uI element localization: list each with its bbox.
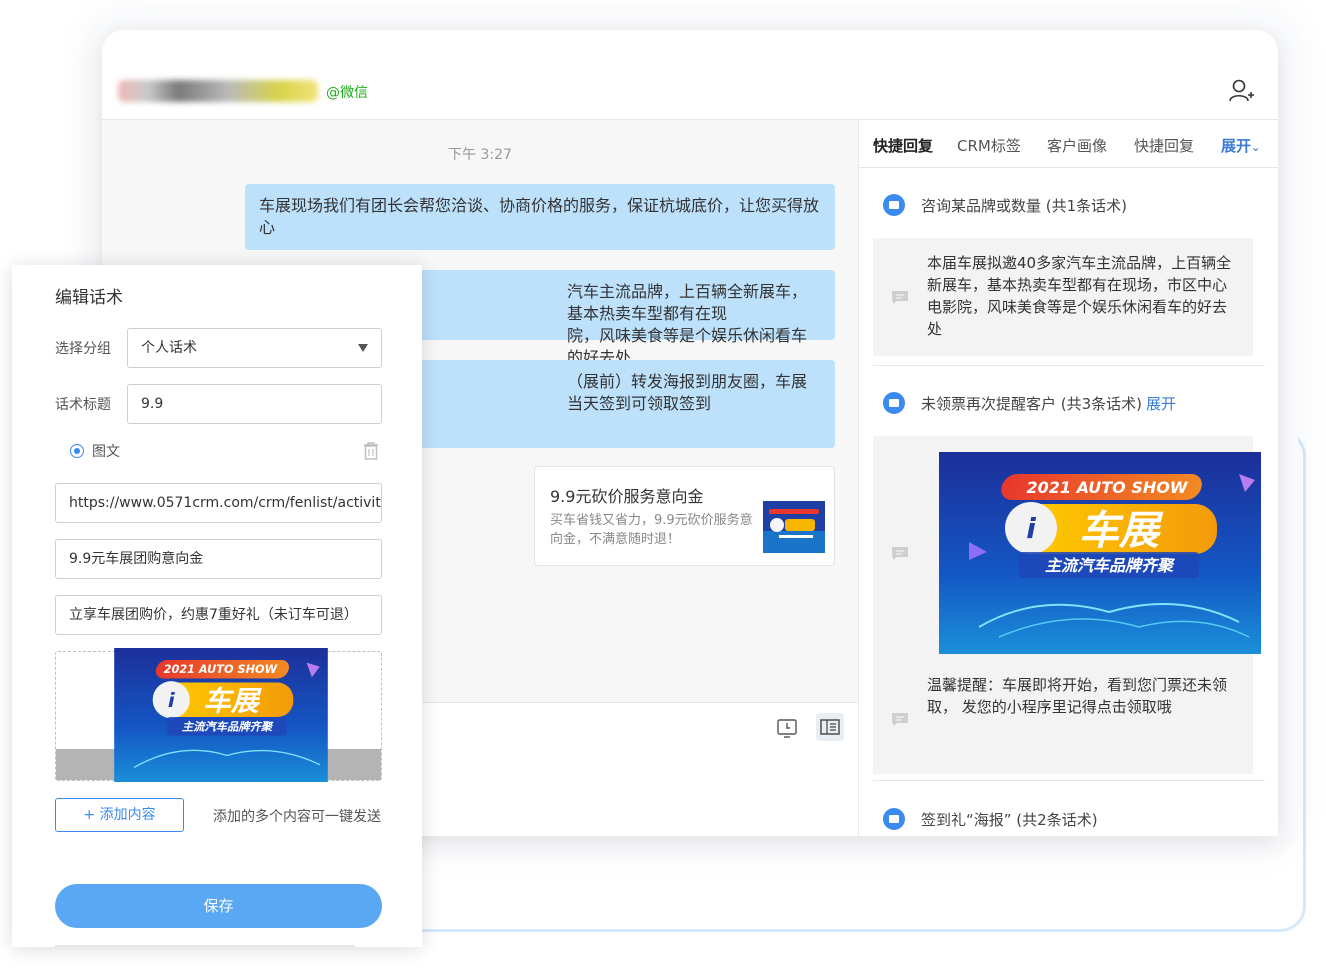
svg-text:i: i [1026, 512, 1036, 545]
link-card-message[interactable]: 9.9元砍价服务意向金 买车省钱又省力，9.9元砍价服务意向金，不满意随时退！ [534, 466, 835, 566]
card-title-input[interactable]: 9.9元车展团购意向金 [55, 539, 382, 579]
tab-crm-tags[interactable]: CRM标签 [957, 135, 1021, 156]
category-title: 签到礼“海报” (共2条话术) [921, 810, 1098, 829]
divider [873, 780, 1265, 781]
panel-toggle-icon [820, 719, 840, 735]
tab-expand[interactable]: 展开⌄ [1221, 135, 1260, 156]
image-upload-area[interactable]: 2021 AUTO SHOW i 车展 主流汽车品牌齐聚 [55, 648, 382, 782]
category-header[interactable]: 签到礼“海报” (共2条话术) [883, 808, 1098, 830]
message-line: 汽车主流品牌，上百辆全新展车，基本热卖车型都有在现 [567, 282, 808, 323]
tab-quick-reply-2[interactable]: 快捷回复 [1134, 135, 1194, 156]
divider [873, 365, 1265, 366]
content-type-label: 图文 [92, 444, 120, 460]
add-user-icon[interactable] [1228, 78, 1254, 104]
group-label: 选择分组 [55, 341, 111, 357]
divider [55, 945, 355, 947]
chevron-down-icon: ⌄ [1251, 141, 1261, 154]
poster-brand: 车展 [1079, 508, 1164, 554]
message-bubble[interactable]: 车展现场我们有团长会帮您洽谈、协商价格的服务，保证杭城底价，让您买得放心 [245, 184, 835, 250]
wechat-source-tag: @微信 [326, 85, 368, 101]
poster-year-title: 2021 AUTO SHOW [164, 663, 278, 676]
message-icon [892, 713, 908, 726]
category-header[interactable]: 未领票再次提醒客户 (共3条话术) 展开 [883, 392, 1176, 414]
link-card-description: 买车省钱又省力，9.9元砍价服务意向金，不满意随时退！ [550, 513, 753, 547]
quick-reply-item[interactable]: 温馨提醒：车展即将开始，看到您门票还未领取， 发您的小程序里记得点击领取哦 [873, 668, 1253, 774]
quick-reply-panel: 快捷回复 CRM标签 客户画像 快捷回复 展开⌄ 咨询某品牌或数量 (共1条话术… [858, 120, 1278, 836]
group-select-value: 个人话术 [141, 340, 197, 356]
card-description-input[interactable]: 立享车展团购价，约惠7重好礼（未订车可退） [55, 595, 382, 635]
dropdown-caret-icon [358, 344, 368, 352]
message-time: 下午 3:27 [448, 147, 512, 163]
poster-year-title: 2021 AUTO SHOW [1026, 478, 1188, 497]
add-content-hint: 添加的多个内容可一键发送 [213, 809, 381, 825]
add-content-button[interactable]: + 添加内容 [55, 798, 184, 832]
panel-tabs: 快捷回复 CRM标签 客户画像 快捷回复 展开⌄ [859, 120, 1278, 168]
tab-customer-profile[interactable]: 客户画像 [1047, 135, 1107, 156]
side-panel-toggle[interactable] [816, 713, 844, 741]
history-clock-icon[interactable] [776, 717, 798, 739]
group-select[interactable]: 个人话术 [127, 328, 382, 368]
expand-label: 展开 [1221, 137, 1252, 155]
poster-subtitle: 主流汽车品牌齐聚 [1045, 556, 1176, 575]
tab-quick-reply[interactable]: 快捷回复 [873, 135, 933, 156]
blurred-contact-name [118, 80, 318, 102]
link-card-title: 9.9元砍价服务意向金 [550, 487, 704, 506]
link-url-input[interactable]: https://www.0571crm.com/crm/fenlist/acti… [55, 483, 382, 523]
folder-icon [883, 392, 905, 414]
message-line: （展前）转发海报到朋友圈，车展当天签到可领取签到 [567, 372, 808, 413]
edit-script-dialog: 编辑话术 选择分组 个人话术 话术标题 9.9 图文 https://www.0… [12, 265, 422, 947]
poster-brand: 车展 [203, 684, 262, 717]
quick-reply-text: 温馨提醒：车展即将开始，看到您门票还未领取， 发您的小程序里记得点击领取哦 [927, 676, 1228, 716]
svg-text:i: i [168, 689, 176, 712]
quick-reply-item[interactable]: 2021 AUTO SHOW i 车展 主流汽车品牌齐聚 [873, 436, 1261, 668]
auto-show-poster-thumbnail: 2021 AUTO SHOW i 车展 主流汽车品牌齐聚 [114, 648, 328, 782]
radio-selected-icon [70, 444, 84, 458]
message-icon [892, 291, 908, 304]
script-title-input[interactable]: 9.9 [127, 384, 382, 424]
folder-icon [883, 194, 905, 216]
category-title: 未领票再次提醒客户 (共3条话术) [921, 394, 1143, 413]
poster-subtitle: 主流汽车品牌齐聚 [182, 720, 274, 733]
chat-header: @微信 [102, 30, 1278, 120]
dialog-title: 编辑话术 [55, 288, 123, 308]
message-icon [892, 547, 908, 560]
category-header[interactable]: 咨询某品牌或数量 (共1条话术) [883, 194, 1127, 216]
content-type-radio[interactable]: 图文 [70, 441, 120, 461]
trash-icon[interactable] [362, 441, 380, 461]
category-title: 咨询某品牌或数量 (共1条话术) [921, 196, 1128, 215]
auto-show-poster-image: 2021 AUTO SHOW i 车展 主流汽车品牌齐聚 [939, 452, 1261, 654]
script-title-label: 话术标题 [55, 397, 111, 413]
quick-reply-item[interactable]: 本届车展拟邀40多家汽车主流品牌，上百辆全新展车，基本热卖车型都有在现场，市区中… [873, 238, 1253, 356]
link-card-thumbnail [763, 501, 825, 553]
category-expand-link[interactable]: 展开 [1146, 393, 1176, 414]
folder-icon [883, 808, 905, 830]
save-button[interactable]: 保存 [55, 884, 382, 928]
quick-reply-text: 本届车展拟邀40多家汽车主流品牌，上百辆全新展车，基本热卖车型都有在现场，市区中… [927, 254, 1232, 338]
